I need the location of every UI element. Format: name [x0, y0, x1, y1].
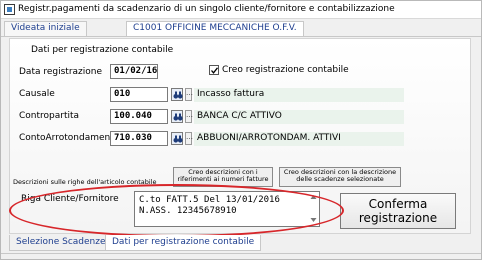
- tab-selezione-scadenze[interactable]: Selezione Scadenze: [9, 235, 113, 251]
- riga-line-1: C.to FATT.5 Del 13/01/2016: [139, 195, 280, 205]
- arrotondamenti-field[interactable]: 710.030: [110, 131, 168, 146]
- riga-label: Riga Cliente/Fornitore: [21, 194, 119, 204]
- causale-more-button[interactable]: …: [185, 88, 193, 101]
- confirm-registration-button[interactable]: Conferma registrazione: [340, 193, 456, 229]
- app-window-icon: [4, 4, 15, 15]
- binoculars-icon: [173, 113, 183, 121]
- contropartita-field[interactable]: 100.040: [110, 109, 168, 124]
- date-label: Data registrazione: [19, 67, 103, 77]
- header-tab-strip: Videata iniziale C1001 OFFICINE MECCANIC…: [1, 20, 481, 37]
- checkmark-icon: [211, 67, 219, 74]
- contropartita-label: Contropartita: [19, 111, 80, 121]
- arrotondamenti-description: ABBUONI/ARROTONDAM. ATTIVI: [194, 132, 404, 146]
- riga-textarea[interactable]: C.to FATT.5 Del 13/01/2016 N.ASS. 123456…: [134, 191, 320, 227]
- bottom-tab-strip: Selezione Scadenze Dati per registrazion…: [1, 235, 481, 251]
- tab-dati-registrazione[interactable]: Dati per registrazione contabile: [105, 235, 262, 251]
- tab-customer[interactable]: C1001 OFFICINE MECCANICHE O.F.V.: [126, 21, 304, 36]
- scroll-up-icon[interactable]: [310, 194, 317, 200]
- title-bar: Registr.pagamenti da scadenzario di un s…: [1, 1, 481, 19]
- bottom-divider: [1, 253, 481, 254]
- arrotondamenti-lookup-button[interactable]: [171, 132, 183, 145]
- tab-videata-iniziale[interactable]: Videata iniziale: [4, 21, 87, 36]
- contropartita-description: BANCA C/C ATTIVO: [194, 110, 404, 124]
- descriptions-label: Descrizioni sulle righe dell'articolo co…: [13, 178, 157, 186]
- arrotondamenti-more-button[interactable]: …: [185, 132, 193, 145]
- contropartita-more-button[interactable]: …: [185, 110, 193, 123]
- app-window: Registr.pagamenti da scadenzario di un s…: [0, 0, 482, 260]
- causale-field[interactable]: 010: [110, 87, 168, 102]
- create-descriptions-deadlines-button[interactable]: Creo descrizioni con la descrizione dell…: [279, 167, 401, 187]
- confirm-button-line-2: registrazione: [358, 211, 438, 225]
- arrotondamenti-label: ContoArrotondamenti: [19, 133, 117, 143]
- create-descriptions-invoice-button[interactable]: Creo descrizioni con i riferimenti ai nu…: [173, 167, 273, 187]
- date-field[interactable]: 01/02/16: [110, 64, 158, 79]
- create-registration-checkbox[interactable]: [209, 65, 219, 75]
- window-title: Registr.pagamenti da scadenzario di un s…: [18, 4, 395, 14]
- binoculars-icon: [173, 135, 183, 143]
- causale-lookup-button[interactable]: [171, 88, 183, 101]
- contropartita-lookup-button[interactable]: [171, 110, 183, 123]
- section-title: Dati per registrazione contabile: [31, 45, 174, 55]
- scroll-down-icon[interactable]: [310, 217, 317, 223]
- confirm-button-line-1: Conferma: [368, 197, 428, 211]
- create-registration-label: Creo registrazione contabile: [222, 65, 349, 75]
- binoculars-icon: [173, 91, 183, 99]
- riga-line-2: N.ASS. 12345678910: [139, 206, 237, 216]
- causale-label: Causale: [19, 89, 55, 99]
- causale-description: Incasso fattura: [194, 88, 404, 102]
